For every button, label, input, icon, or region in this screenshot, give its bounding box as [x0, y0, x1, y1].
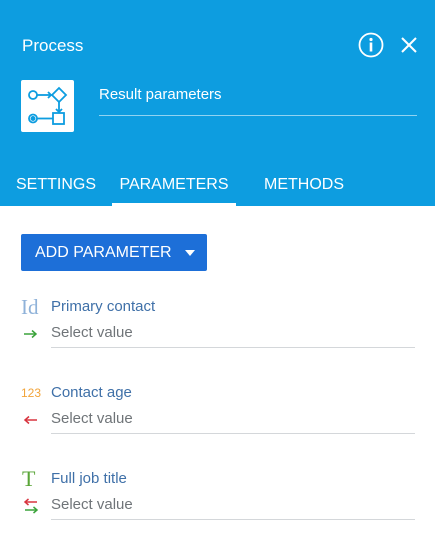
- parameter-item: 123 Contact age Select value: [0, 382, 435, 462]
- add-parameter-label: ADD PARAMETER: [35, 244, 172, 261]
- add-parameter-button[interactable]: ADD PARAMETER: [21, 234, 207, 271]
- tab-parameters[interactable]: PARAMETERS: [112, 168, 236, 206]
- parameter-value-field[interactable]: Select value: [51, 320, 415, 348]
- svg-text:123: 123: [21, 386, 41, 400]
- caret-down-icon: [185, 250, 195, 256]
- tab-bar: SETTINGS PARAMETERS METHODS: [0, 168, 435, 206]
- number-type-icon: 123: [21, 382, 45, 404]
- parameter-label[interactable]: Contact age: [51, 384, 132, 402]
- element-name-field[interactable]: Result parameters: [99, 84, 417, 116]
- tab-settings[interactable]: SETTINGS: [0, 168, 112, 206]
- panel-header: Process Result parameters SETTINGS PARAM…: [0, 0, 435, 206]
- close-icon[interactable]: [398, 34, 420, 56]
- parameter-label[interactable]: Primary contact: [51, 298, 155, 316]
- input-arrow-icon: [22, 326, 42, 342]
- svg-text:Id: Id: [21, 296, 39, 318]
- parameter-value-field[interactable]: Select value: [51, 406, 415, 434]
- tab-methods[interactable]: METHODS: [253, 168, 355, 206]
- parameter-item: Id Primary contact Select value: [0, 295, 435, 376]
- process-element-panel: Process Result parameters SETTINGS PARAM…: [0, 0, 435, 545]
- output-arrow-icon: [22, 412, 42, 428]
- text-type-icon: T: [21, 466, 45, 491]
- info-icon[interactable]: [357, 31, 385, 59]
- parameter-value-field[interactable]: Select value: [51, 492, 415, 520]
- active-tab-indicator: [112, 203, 236, 206]
- panel-title: Process: [22, 36, 84, 55]
- svg-text:T: T: [22, 468, 36, 490]
- process-element-icon: [21, 80, 74, 132]
- parameter-item: T Full job title Select value: [0, 466, 435, 545]
- bidirectional-arrow-icon: [22, 498, 42, 514]
- parameter-label[interactable]: Full job title: [51, 470, 127, 488]
- id-type-icon: Id: [21, 295, 45, 319]
